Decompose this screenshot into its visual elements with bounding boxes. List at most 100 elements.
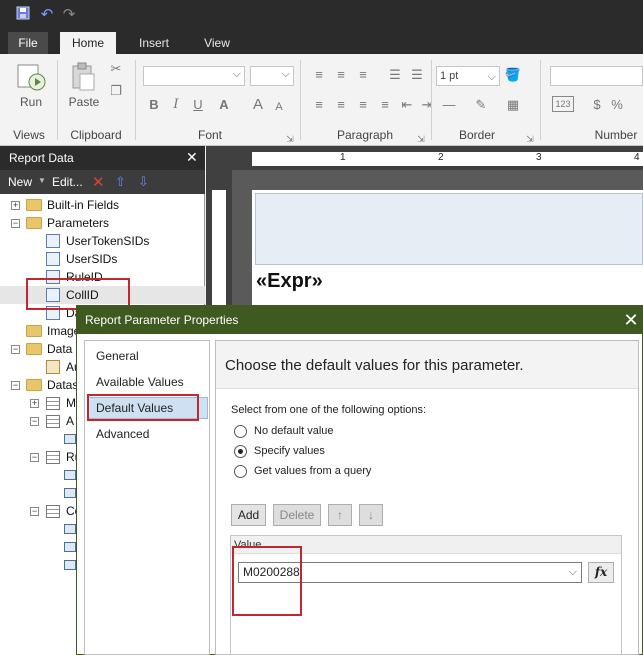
annotation-box xyxy=(232,546,302,616)
radio-button[interactable] xyxy=(234,425,247,438)
fill-color-icon[interactable]: 🪣 xyxy=(504,66,522,84)
edit-button[interactable]: Edit... xyxy=(52,175,83,189)
grow-font-button[interactable]: A xyxy=(250,96,266,114)
bold-button[interactable]: B xyxy=(146,96,162,114)
expression-button[interactable]: fx xyxy=(588,562,614,583)
tab-insert[interactable]: Insert xyxy=(128,32,180,54)
dialog-heading: Choose the default values for this param… xyxy=(225,357,524,374)
borders-icon[interactable]: ▦ xyxy=(504,96,522,114)
border-width-dropdown[interactable]: 1 pt ⌵ xyxy=(436,66,500,86)
underline-button[interactable]: U xyxy=(190,96,206,114)
shrink-font-button[interactable]: A xyxy=(272,98,286,116)
annotation-box xyxy=(87,394,199,421)
percent-button[interactable]: % xyxy=(610,96,624,114)
placeholder-styles-icon[interactable]: 123 xyxy=(552,96,574,112)
table-icon xyxy=(46,397,60,410)
nav-general[interactable]: General xyxy=(96,347,139,365)
collapse-icon[interactable]: − xyxy=(11,219,20,228)
close-icon[interactable]: ✕ xyxy=(620,306,642,334)
align-right-icon[interactable]: ≡ xyxy=(354,96,372,114)
field-icon xyxy=(64,488,76,498)
align-center-icon[interactable]: ≡ xyxy=(332,96,350,114)
radio-button[interactable] xyxy=(234,445,247,458)
page-header[interactable] xyxy=(255,193,643,265)
delete-icon[interactable]: ✕ xyxy=(92,173,105,191)
divider xyxy=(135,60,136,140)
chevron-down-icon[interactable]: ▼ xyxy=(38,176,46,185)
border-width-value: 1 pt xyxy=(440,70,459,82)
numbering-icon[interactable]: ☰ xyxy=(408,66,426,84)
move-down-button[interactable]: ↓ xyxy=(359,504,383,526)
tree-item-label: UserTokenSIDs xyxy=(66,234,150,248)
undo-icon[interactable]: ↶ xyxy=(38,6,56,24)
font-color-button[interactable]: A xyxy=(216,96,232,114)
save-icon[interactable] xyxy=(14,6,32,24)
expand-icon[interactable]: + xyxy=(11,201,20,210)
tree-item-label: UserSIDs xyxy=(66,252,118,266)
table-icon xyxy=(46,451,60,464)
folder-icon xyxy=(26,325,42,337)
number-format-dropdown[interactable] xyxy=(550,66,643,86)
data-source-icon xyxy=(46,360,60,374)
ruler-mark: 3 xyxy=(536,152,542,163)
divider xyxy=(57,60,58,140)
font-size-dropdown[interactable]: ⌵ xyxy=(250,66,294,86)
justify-icon[interactable]: ≡ xyxy=(376,96,394,114)
parameter-icon xyxy=(46,252,60,266)
radio-button[interactable] xyxy=(234,465,247,478)
paragraph-group-label: Paragraph xyxy=(336,128,394,142)
indent-icon[interactable]: ⇥ xyxy=(418,96,436,114)
move-up-button[interactable]: ↑ xyxy=(328,504,352,526)
run-button[interactable]: Run xyxy=(14,95,48,109)
border-color-icon[interactable]: ✎ xyxy=(470,96,492,114)
align-middle-icon[interactable]: ≡ xyxy=(332,66,350,84)
collapse-icon[interactable]: − xyxy=(11,345,20,354)
collapse-icon[interactable]: − xyxy=(30,453,39,462)
run-icon[interactable] xyxy=(16,62,46,92)
report-data-header: Report Data ✕ xyxy=(0,146,205,170)
add-button[interactable]: Add xyxy=(231,504,266,526)
currency-button[interactable]: $ xyxy=(590,96,604,114)
tab-file[interactable]: File xyxy=(8,32,48,54)
move-down-icon[interactable]: ⇩ xyxy=(138,174,149,190)
dialog-title: Report Parameter Properties xyxy=(77,306,643,334)
folder-icon xyxy=(26,199,42,211)
new-menu-button[interactable]: New xyxy=(8,175,32,189)
horizontal-ruler: 1 2 3 4 xyxy=(252,152,643,166)
bullets-icon[interactable]: ☰ xyxy=(386,66,404,84)
move-up-icon[interactable]: ⇧ xyxy=(115,174,126,190)
border-style-icon[interactable]: — xyxy=(438,96,460,114)
radio-label: No default value xyxy=(254,425,334,437)
tab-home[interactable]: Home xyxy=(60,32,116,54)
nav-advanced[interactable]: Advanced xyxy=(96,425,149,443)
chevron-down-icon[interactable]: ⌵ xyxy=(569,563,577,582)
align-bottom-icon[interactable]: ≡ xyxy=(354,66,372,84)
align-top-icon[interactable]: ≡ xyxy=(310,66,328,84)
paste-icon[interactable] xyxy=(70,62,96,92)
cut-icon[interactable]: ✂ xyxy=(108,60,124,78)
italic-button[interactable]: I xyxy=(168,96,184,114)
ribbon-tabs: File Home Insert View xyxy=(0,30,643,54)
tab-view[interactable]: View xyxy=(192,32,242,54)
nav-available-values[interactable]: Available Values xyxy=(96,373,184,391)
expression-textbox[interactable]: «Expr» xyxy=(256,270,323,293)
radio-get-from-query[interactable]: Get values from a query xyxy=(234,464,434,480)
expand-icon[interactable]: + xyxy=(30,399,39,408)
number-group-label: Number xyxy=(594,128,638,142)
paste-button[interactable]: Paste xyxy=(64,95,104,109)
copy-icon[interactable]: ❐ xyxy=(108,82,124,100)
redo-icon[interactable]: ↷ xyxy=(60,6,78,24)
collapse-icon[interactable]: − xyxy=(11,381,20,390)
close-icon[interactable]: ✕ xyxy=(186,149,198,166)
tree-item-label: M xyxy=(66,396,76,410)
outdent-icon[interactable]: ⇤ xyxy=(398,96,416,114)
align-left-icon[interactable]: ≡ xyxy=(310,96,328,114)
font-name-dropdown[interactable]: ⌵ xyxy=(143,66,245,86)
collapse-icon[interactable]: − xyxy=(30,507,39,516)
tree-item-label: Parameters xyxy=(47,216,110,230)
radio-specify-values[interactable]: Specify values xyxy=(234,444,434,460)
report-data-toolbar: New ▼ Edit... ✕ ⇧ ⇩ xyxy=(0,170,205,194)
collapse-icon[interactable]: − xyxy=(30,417,39,426)
radio-no-default[interactable]: No default value xyxy=(234,424,434,440)
delete-button[interactable]: Delete xyxy=(273,504,321,526)
